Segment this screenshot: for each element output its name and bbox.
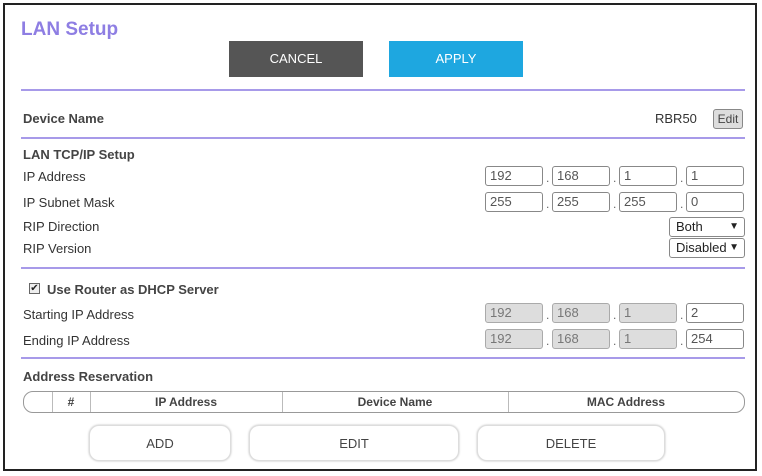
ending-ip-octet-1: 192: [485, 329, 543, 349]
rip-direction-label: RIP Direction: [23, 219, 100, 234]
divider: [21, 89, 745, 91]
edit-button[interactable]: EDIT: [249, 425, 459, 461]
octet-separator: .: [613, 308, 617, 322]
rip-version-select[interactable]: Disabled ▼: [669, 238, 745, 258]
chevron-down-icon: ▼: [729, 242, 739, 253]
ending-ip-octet-4[interactable]: 254: [686, 329, 744, 349]
subnet-mask-octet-2[interactable]: 255: [552, 192, 610, 212]
starting-ip-label: Starting IP Address: [23, 307, 135, 322]
octet-separator: .: [680, 197, 684, 211]
device-name-value: RBR50: [655, 111, 697, 126]
octet-separator: .: [546, 308, 550, 322]
column-header-device-name: Device Name: [357, 395, 433, 409]
subnet-mask-label: IP Subnet Mask: [23, 195, 115, 210]
dhcp-server-checkbox[interactable]: ✔: [29, 283, 40, 294]
ip-address-octet-3[interactable]: 1: [619, 166, 677, 186]
starting-ip-octet-1: 192: [485, 303, 543, 323]
ip-address-octet-1[interactable]: 192: [485, 166, 543, 186]
divider: [21, 137, 745, 139]
column-header-number: #: [67, 395, 75, 409]
starting-ip-octet-4[interactable]: 2: [686, 303, 744, 323]
starting-ip-octet-2: 168: [552, 303, 610, 323]
ending-ip-octet-3: 1: [619, 329, 677, 349]
ip-address-label: IP Address: [23, 169, 86, 184]
cancel-button[interactable]: CANCEL: [229, 41, 363, 77]
starting-ip-octet-3: 1: [619, 303, 677, 323]
chevron-down-icon: ▼: [729, 221, 739, 232]
apply-button[interactable]: APPLY: [389, 41, 523, 77]
octet-separator: .: [546, 197, 550, 211]
page-title: LAN Setup: [21, 19, 119, 40]
octet-separator: .: [546, 334, 550, 348]
lan-tcpip-heading: LAN TCP/IP Setup: [23, 147, 135, 162]
divider: [21, 357, 745, 359]
ip-address-octet-2[interactable]: 168: [552, 166, 610, 186]
device-name-label: Device Name: [23, 111, 104, 126]
reservation-table-header: # IP Address Device Name MAC Address: [23, 391, 745, 413]
add-button[interactable]: ADD: [89, 425, 231, 461]
subnet-mask-octet-3[interactable]: 255: [619, 192, 677, 212]
subnet-mask-octet-1[interactable]: 255: [485, 192, 543, 212]
octet-separator: .: [680, 334, 684, 348]
divider: [21, 267, 745, 269]
address-reservation-heading: Address Reservation: [23, 369, 154, 384]
ending-ip-label: Ending IP Address: [23, 333, 130, 348]
lan-setup-panel: LAN Setup CANCEL APPLY Device Name RBR50…: [3, 3, 757, 471]
column-header-ip-address: IP Address: [154, 395, 218, 409]
column-header-mac-address: MAC Address: [586, 395, 666, 409]
octet-separator: .: [613, 171, 617, 185]
ending-ip-octet-2: 168: [552, 329, 610, 349]
octet-separator: .: [613, 197, 617, 211]
delete-button[interactable]: DELETE: [477, 425, 665, 461]
octet-separator: .: [546, 171, 550, 185]
dhcp-server-label: Use Router as DHCP Server: [47, 282, 219, 297]
rip-direction-value: Both: [676, 219, 703, 234]
ip-address-octet-4[interactable]: 1: [686, 166, 744, 186]
octet-separator: .: [613, 334, 617, 348]
octet-separator: .: [680, 308, 684, 322]
edit-device-name-button[interactable]: Edit: [713, 109, 743, 129]
rip-version-label: RIP Version: [23, 241, 92, 256]
rip-version-value: Disabled: [676, 240, 727, 255]
octet-separator: .: [680, 171, 684, 185]
rip-direction-select[interactable]: Both ▼: [669, 217, 745, 237]
subnet-mask-octet-4[interactable]: 0: [686, 192, 744, 212]
